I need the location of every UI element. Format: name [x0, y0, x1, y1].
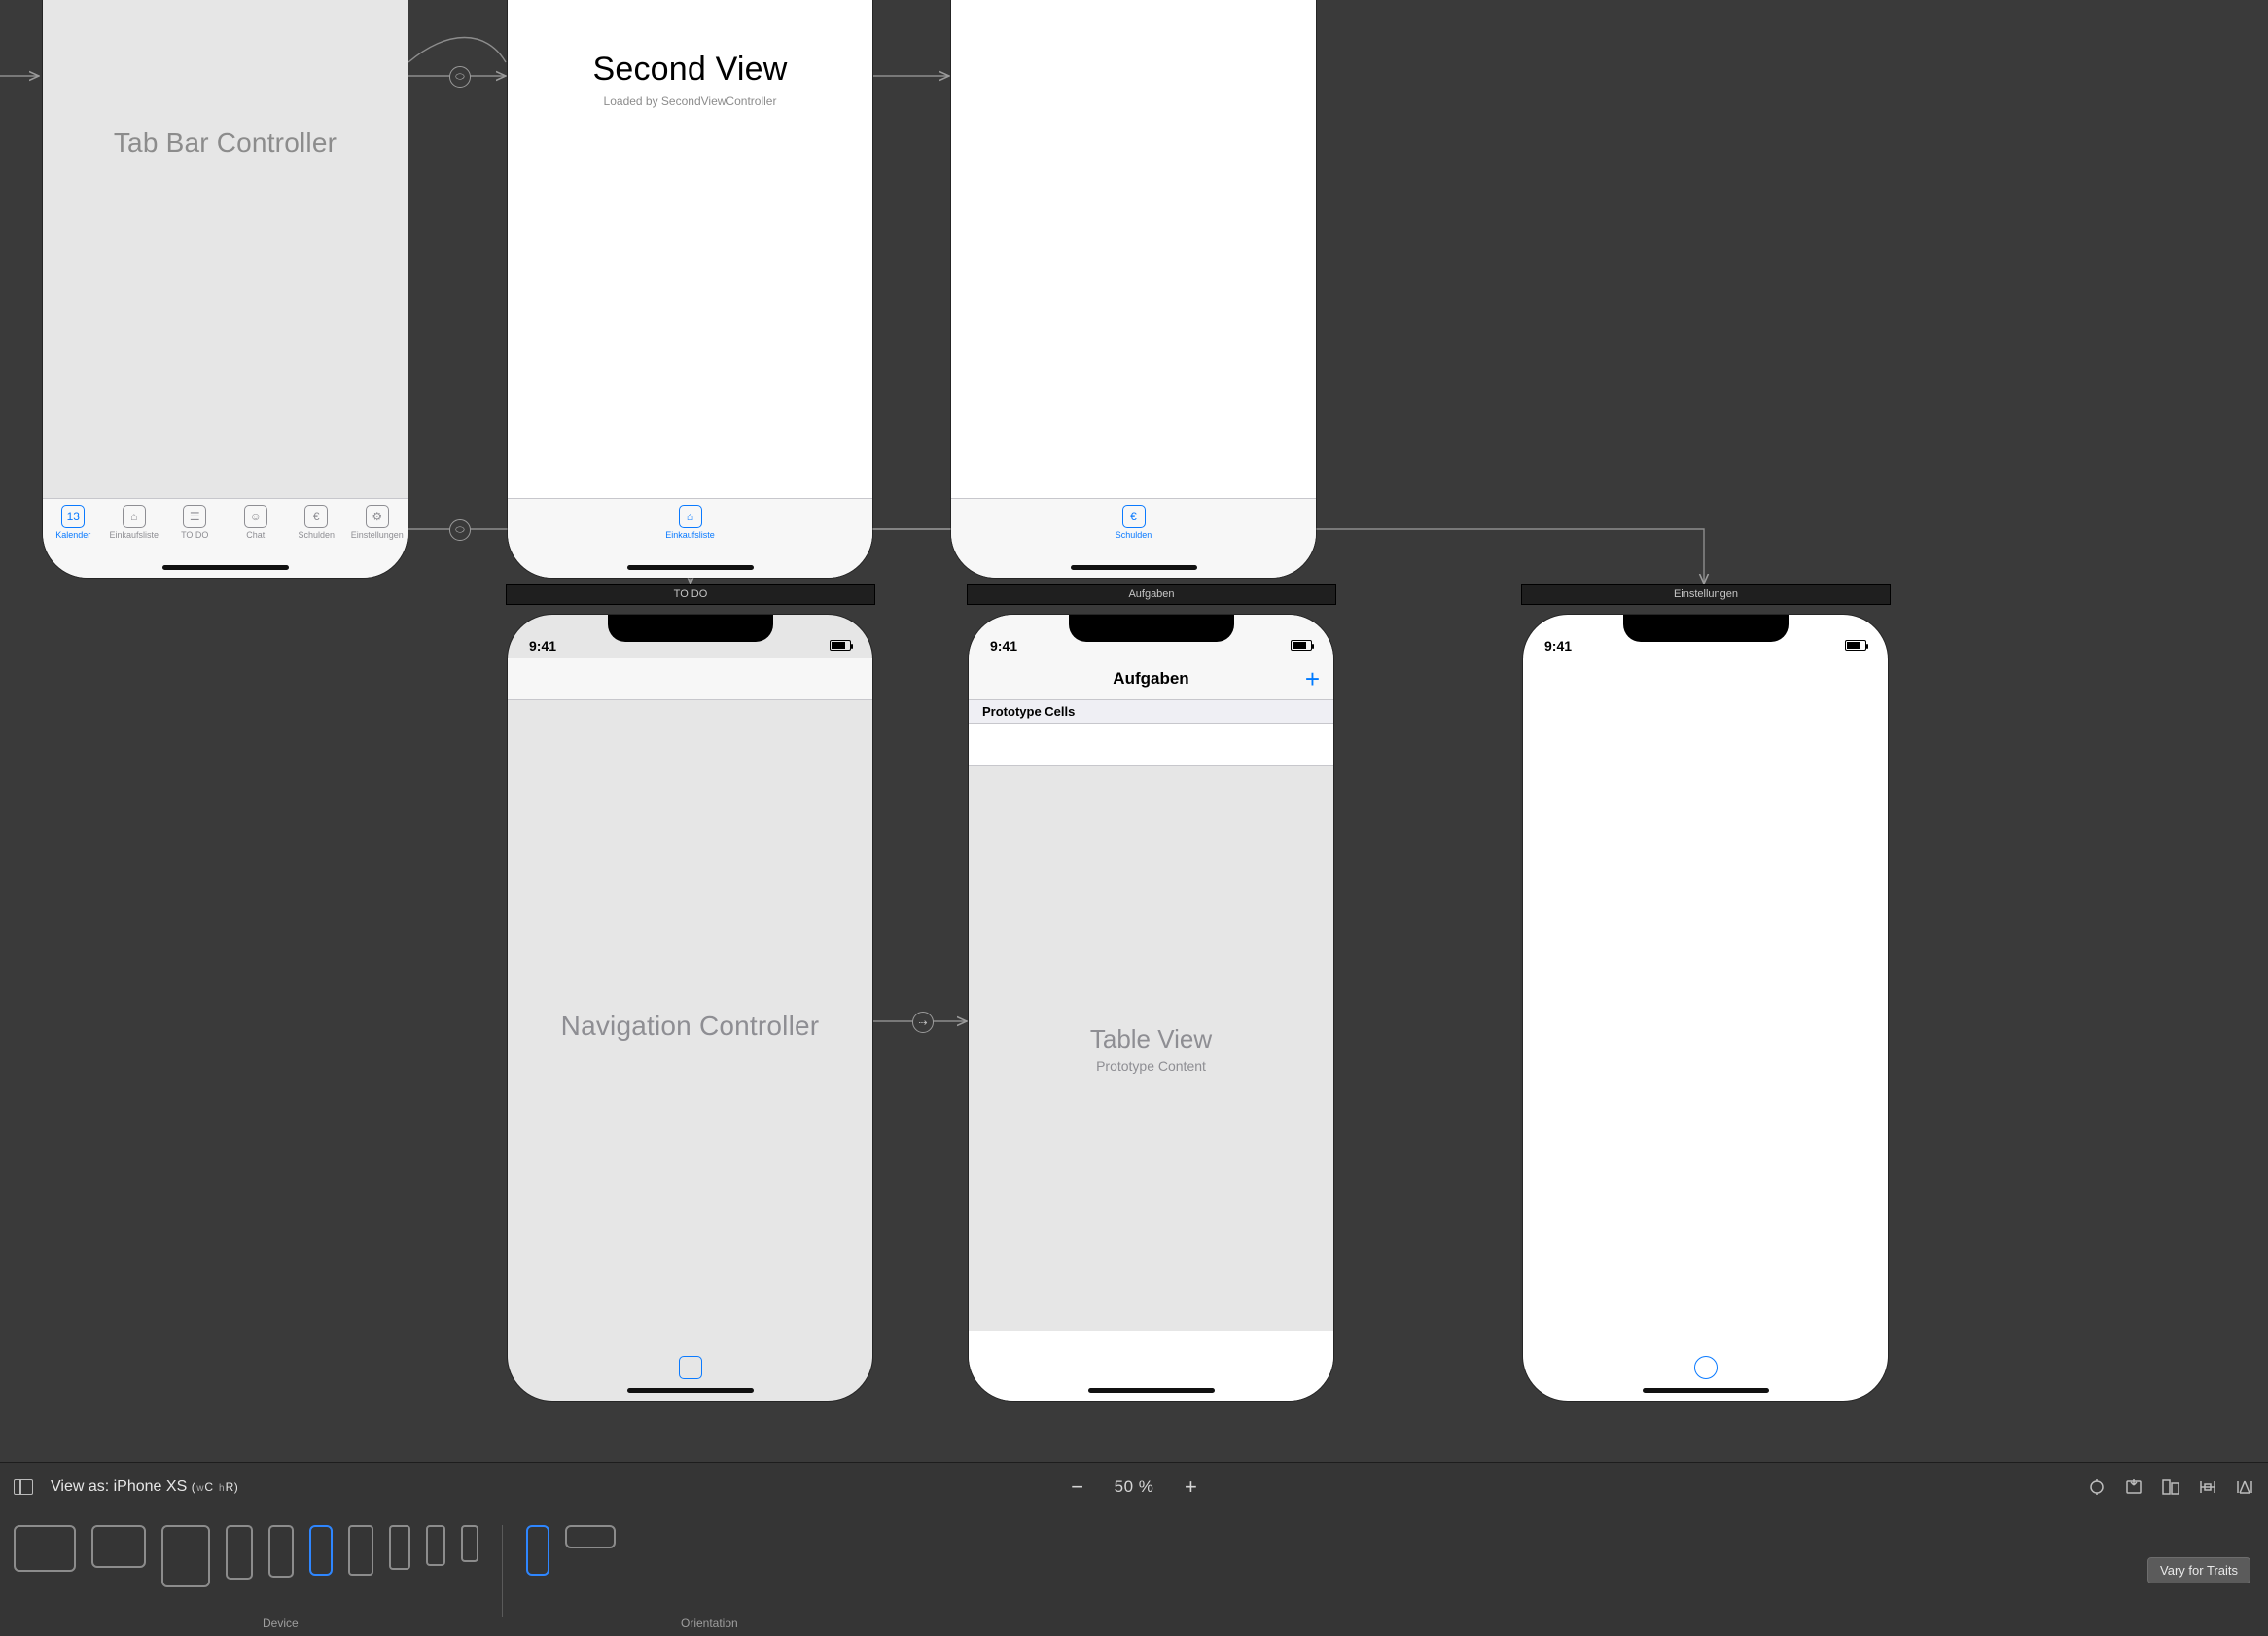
tab-kalender[interactable]: 13Kalender	[43, 505, 104, 540]
scene-tab-bar-controller[interactable]: Tab Bar Controller 13Kalender ⌂Einkaufsl…	[43, 0, 408, 578]
scene-aufgaben-table[interactable]: 9:41 Aufgaben + Prototype Cells Table Vi…	[969, 615, 1333, 1401]
device-iphone-se[interactable]	[426, 1525, 445, 1566]
zoom-value: 50 %	[1115, 1477, 1154, 1497]
tab-bar-single	[508, 1352, 872, 1401]
blank-content	[1523, 658, 1888, 1352]
device-iphone-8[interactable]	[389, 1525, 410, 1570]
home-indicator	[627, 1388, 754, 1393]
layout-action-icons	[2087, 1478, 2254, 1496]
home-indicator	[1643, 1388, 1769, 1393]
device-ipad-pro-11[interactable]	[91, 1525, 146, 1568]
nav-bar	[508, 658, 872, 700]
align-icon[interactable]	[2161, 1478, 2180, 1496]
battery-icon	[1845, 640, 1866, 654]
status-time: 9:41	[990, 638, 1017, 654]
scene-einstellungen[interactable]: 9:41	[1523, 615, 1888, 1401]
status-time: 9:41	[529, 638, 556, 654]
resolve-issues-icon[interactable]	[2235, 1478, 2254, 1496]
traits-toolbar-row1: View as: iPhone XS (wC hR) − 50 % +	[0, 1463, 2268, 1512]
home-indicator	[162, 565, 289, 570]
add-button[interactable]: +	[1305, 666, 1320, 692]
device-iphone-xs-max[interactable]	[226, 1525, 253, 1580]
segue-badge[interactable]: ⇢	[912, 1012, 934, 1033]
device-ipad-9[interactable]	[161, 1525, 210, 1587]
scene-title-einstellungen[interactable]: Einstellungen	[1521, 584, 1891, 605]
home-indicator	[1088, 1388, 1215, 1393]
vary-for-traits-button[interactable]: Vary for Traits	[2147, 1557, 2250, 1583]
pin-icon[interactable]	[2198, 1478, 2217, 1496]
prototype-cells-header: Prototype Cells	[969, 700, 1333, 724]
tab-todo[interactable]: ☰TO DO	[164, 505, 226, 540]
panel-toggle-button[interactable]	[14, 1479, 33, 1495]
orientation-portrait[interactable]	[526, 1525, 549, 1576]
scene-navigation-controller[interactable]: 9:41 Navigation Controller	[508, 615, 872, 1401]
device-picker-row: Device Orientation Vary for Traits	[0, 1512, 2268, 1636]
scene-second-view[interactable]: Second View Loaded by SecondViewControll…	[508, 0, 872, 578]
gear-icon	[1694, 1356, 1718, 1379]
segue-badge[interactable]: ⬭	[449, 66, 471, 88]
device-ipad-pro-12[interactable]	[14, 1525, 76, 1572]
zoom-controls: − 50 % +	[1066, 1475, 1203, 1500]
controller-title: Tab Bar Controller	[114, 127, 337, 159]
separator	[502, 1525, 503, 1617]
traits-toolbar: View as: iPhone XS (wC hR) − 50 % +	[0, 1462, 2268, 1636]
zoom-out-button[interactable]: −	[1066, 1475, 1089, 1500]
embed-in-icon[interactable]	[2124, 1478, 2144, 1496]
home-indicator	[627, 565, 754, 570]
home-indicator	[1071, 565, 1197, 570]
battery-icon	[1291, 640, 1312, 654]
device-iphone-4s[interactable]	[461, 1525, 478, 1562]
device-iphone-8-plus[interactable]	[348, 1525, 373, 1576]
table-view-subtitle: Prototype Content	[1096, 1058, 1206, 1074]
tab-einstellungen[interactable]: ⚙Einstellungen	[347, 505, 408, 540]
segue-badge[interactable]: ⬭	[449, 519, 471, 541]
scene-title-aufgaben[interactable]: Aufgaben	[967, 584, 1336, 605]
clipboard-icon	[679, 1356, 702, 1379]
zoom-in-button[interactable]: +	[1179, 1475, 1202, 1500]
tab-chat[interactable]: ☺Chat	[226, 505, 287, 540]
device-iphone-xs[interactable]	[309, 1525, 333, 1576]
second-view-title: Second View	[592, 51, 787, 89]
tab-schulden[interactable]: €Schulden	[1100, 505, 1168, 540]
tab-schulden[interactable]: €Schulden	[286, 505, 347, 540]
second-view-subtitle: Loaded by SecondViewController	[604, 94, 777, 108]
orientation-landscape[interactable]	[565, 1525, 616, 1548]
table-view-body[interactable]: Table View Prototype Content	[969, 766, 1333, 1331]
status-time: 9:41	[1544, 638, 1572, 654]
view-as-label[interactable]: View as: iPhone XS (wC hR)	[51, 1478, 238, 1496]
controller-title: Navigation Controller	[561, 1011, 820, 1042]
prototype-cell[interactable]	[969, 724, 1333, 766]
tab-einkaufsliste[interactable]: ⌂Einkaufsliste	[104, 505, 165, 540]
update-frames-icon[interactable]	[2087, 1478, 2107, 1496]
tab-bar-single	[1523, 1352, 1888, 1401]
battery-icon	[830, 640, 851, 654]
device-group-label: Device	[263, 1617, 299, 1630]
nav-bar: Aufgaben +	[969, 658, 1333, 700]
scene-schulden[interactable]: €Schulden	[951, 0, 1316, 578]
notch	[1069, 615, 1234, 642]
nav-title: Aufgaben	[1113, 669, 1188, 689]
notch	[1623, 615, 1789, 642]
tab-einkaufsliste[interactable]: ⌂Einkaufsliste	[656, 505, 725, 540]
device-iphone-xr[interactable]	[268, 1525, 294, 1578]
scene-title-todo[interactable]: TO DO	[506, 584, 875, 605]
storyboard-canvas[interactable]: ⬭ ⬭ ⬭ ⇢ Tab Bar Controller 13Kalender ⌂E…	[0, 0, 2268, 1451]
table-view-title: Table View	[1090, 1024, 1212, 1054]
notch	[608, 615, 773, 642]
orientation-group-label: Orientation	[681, 1617, 738, 1630]
